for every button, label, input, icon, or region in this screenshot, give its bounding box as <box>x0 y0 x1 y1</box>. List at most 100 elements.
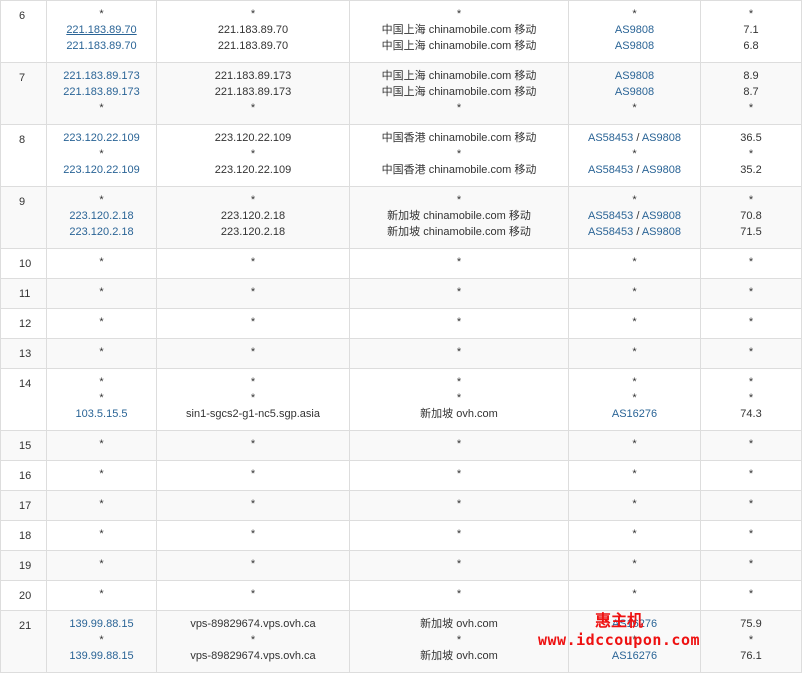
hostname-text: * <box>250 286 256 298</box>
asn-link[interactable]: AS9808 <box>615 70 654 82</box>
asn-link[interactable]: AS58453 <box>588 164 633 176</box>
empty-value: * <box>632 468 637 480</box>
asn-link[interactable]: AS16276 <box>612 618 657 630</box>
asn-cell: AS9808 AS9808 * <box>568 62 701 125</box>
location-cell: * 新加坡 chinamobile.com 移动 新加坡 chinamobile.c… <box>349 186 569 249</box>
ip-cell: * <box>46 550 157 581</box>
location-text: 新加坡 chinamobile.com 移动 <box>387 210 531 222</box>
ip-link[interactable]: 223.120.22.109 <box>47 130 156 146</box>
asn-link[interactable]: AS16276 <box>612 408 657 420</box>
ip-link[interactable]: 223.120.2.18 <box>47 224 156 240</box>
location-cell: * <box>349 338 569 369</box>
ip-link[interactable]: 139.99.88.15 <box>47 616 156 632</box>
hostname-text: 221.183.89.70 <box>217 40 289 52</box>
empty-value: * <box>632 316 637 328</box>
asn-line: AS58453 / AS9808 <box>569 224 700 240</box>
hop-number: 19 <box>0 550 47 581</box>
asn-link[interactable]: AS9808 <box>615 24 654 36</box>
latency-value: * <box>748 376 754 388</box>
empty-value: * <box>632 392 637 404</box>
asn-link[interactable]: AS9808 <box>642 210 681 222</box>
asn-link[interactable]: AS58453 <box>588 132 633 144</box>
location-text: * <box>456 558 462 570</box>
empty-value: * <box>99 256 104 268</box>
empty-value: * <box>632 194 637 206</box>
latency-value: 7.1 <box>743 24 759 36</box>
location-cell: 新加坡 ovh.com * 新加坡 ovh.com <box>349 610 569 673</box>
latency-cell: * <box>700 490 802 521</box>
asn-line: AS9808 <box>569 68 700 84</box>
latency-value: * <box>748 256 754 268</box>
hostname-text: 221.183.89.70 <box>217 24 289 36</box>
hostname-cell: * 223.120.2.18 223.120.2.18 <box>156 186 350 249</box>
asn-link[interactable]: AS58453 <box>588 226 633 238</box>
ip-link[interactable]: 221.183.89.173 <box>47 68 156 84</box>
traceroute-rows: 6 * 221.183.89.70 221.183.89.70 * 221.183.89.… <box>0 0 802 673</box>
ip-cell: 139.99.88.15 * 139.99.88.15 <box>46 610 157 673</box>
latency-cell: 36.5 * 35.2 <box>700 124 802 187</box>
location-text: * <box>456 438 462 450</box>
latency-value: * <box>748 528 754 540</box>
hostname-text: 223.120.22.109 <box>214 132 292 144</box>
empty-value: * <box>632 634 637 646</box>
hop-number: 10 <box>0 248 47 279</box>
hostname-text: 221.183.89.173 <box>214 70 292 82</box>
ip-link[interactable]: 221.183.89.70 <box>47 38 156 54</box>
empty-value: * <box>632 8 637 20</box>
table-row: 13 * * * * * <box>0 338 802 369</box>
table-row: 10 * * * * * <box>0 248 802 279</box>
hostname-text: * <box>250 468 256 480</box>
hostname-text: * <box>250 438 256 450</box>
asn-cell: * <box>568 460 701 491</box>
location-cell: * <box>349 580 569 611</box>
hostname-text: * <box>250 148 256 160</box>
location-text: 中国香港 chinamobile.com 移动 <box>381 164 537 176</box>
table-row: 9 * 223.120.2.18 223.120.2.18 * 223.120.2.18 2… <box>0 186 802 249</box>
hostname-cell: 223.120.22.109 * 223.120.22.109 <box>156 124 350 187</box>
hop-number: 8 <box>0 124 47 187</box>
hostname-cell: vps-89829674.vps.ovh.ca * vps-89829674.vps… <box>156 610 350 673</box>
ip-link[interactable]: 223.120.2.18 <box>47 208 156 224</box>
empty-value: * <box>632 256 637 268</box>
empty-value: * <box>99 528 104 540</box>
location-cell: * <box>349 430 569 461</box>
location-text: * <box>456 286 462 298</box>
ip-cell: * <box>46 278 157 309</box>
ip-link[interactable]: 103.5.15.5 <box>47 406 156 422</box>
asn-link[interactable]: AS58453 <box>588 210 633 222</box>
hop-number: 17 <box>0 490 47 521</box>
empty-value: * <box>632 286 637 298</box>
location-text: * <box>456 346 462 358</box>
asn-separator: / <box>636 226 640 238</box>
location-text: * <box>456 634 462 646</box>
empty-value: * <box>99 438 104 450</box>
latency-value: * <box>748 558 754 570</box>
location-text: * <box>456 148 462 160</box>
ip-link[interactable]: 221.183.89.173 <box>47 84 156 100</box>
latency-value: 70.8 <box>740 210 762 222</box>
location-text: * <box>456 256 462 268</box>
hostname-text: * <box>250 528 256 540</box>
empty-value: * <box>632 346 637 358</box>
ip-link[interactable]: 221.183.89.70 <box>47 22 156 38</box>
ip-cell: 223.120.22.109 * 223.120.22.109 <box>46 124 157 187</box>
hostname-cell: * 221.183.89.70 221.183.89.70 <box>156 0 350 63</box>
asn-link[interactable]: AS9808 <box>642 164 681 176</box>
location-text: * <box>456 468 462 480</box>
location-cell: * 中国上海 chinamobile.com 移动 中国上海 chinamobile… <box>349 0 569 63</box>
location-text: 新加坡 ovh.com <box>420 650 498 662</box>
ip-link[interactable]: 223.120.22.109 <box>47 162 156 178</box>
asn-link[interactable]: AS9808 <box>642 226 681 238</box>
location-text: * <box>456 498 462 510</box>
ip-cell: * <box>46 520 157 551</box>
asn-link[interactable]: AS9808 <box>615 86 654 98</box>
asn-link[interactable]: AS9808 <box>615 40 654 52</box>
asn-link[interactable]: AS16276 <box>612 650 657 662</box>
ip-link[interactable]: 139.99.88.15 <box>47 648 156 664</box>
asn-link[interactable]: AS9808 <box>642 132 681 144</box>
ip-cell: * 223.120.2.18 223.120.2.18 <box>46 186 157 249</box>
location-cell: * <box>349 248 569 279</box>
asn-cell: * <box>568 308 701 339</box>
empty-value: * <box>99 588 104 600</box>
ip-cell: * 221.183.89.70 221.183.89.70 <box>46 0 157 63</box>
